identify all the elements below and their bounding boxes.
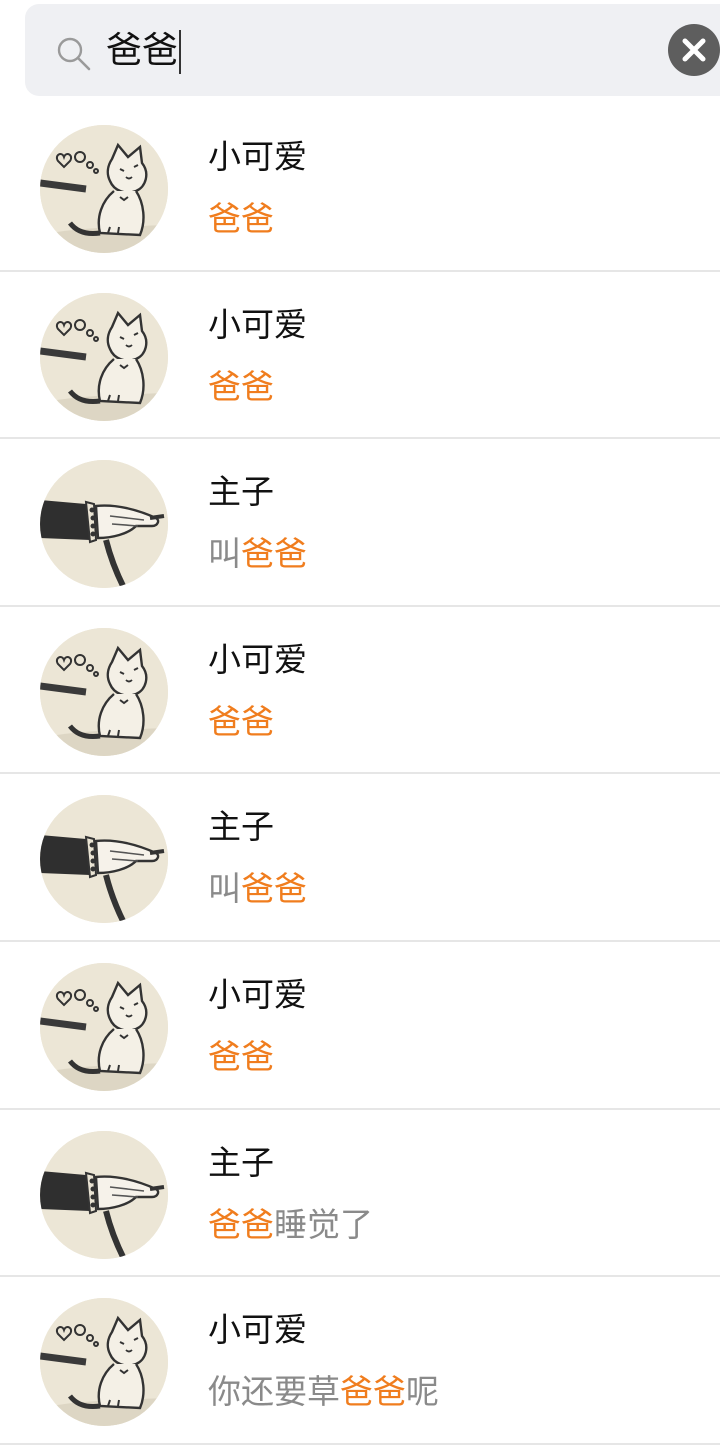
snippet-match: 爸爸 [241, 534, 307, 574]
row-divider [0, 1442, 720, 1445]
snippet-suffix: 睡觉了 [274, 1204, 373, 1244]
message-snippet: 爸爸 [208, 699, 274, 745]
chat-result-row[interactable]: 小可爱 爸爸 [0, 104, 720, 272]
snippet-prefix: 叫 [208, 869, 241, 909]
close-icon [682, 38, 706, 62]
snippet-match: 爸爸 [208, 1036, 274, 1076]
contact-name: 主子 [208, 807, 274, 847]
cat-avatar [40, 1298, 168, 1427]
snippet-match: 爸爸 [208, 199, 274, 238]
message-snippet: 爸爸 [208, 364, 274, 410]
chat-result-row[interactable]: 主子叫爸爸 [0, 439, 720, 607]
contact-name: 主子 [208, 472, 274, 512]
message-snippet: 你还要草爸爸呢 [208, 1369, 439, 1415]
search-results-list: 小可爱 爸爸 小可爱 爸爸 主子 叫爸爸 小可爱 爸爸 主子 叫爸爸 小可爱 爸… [0, 104, 720, 1445]
snippet-match: 爸爸 [340, 1372, 406, 1412]
chat-result-row[interactable]: 小可爱 爸爸 [0, 607, 720, 775]
chat-result-row[interactable]: 小可爱你还要草爸爸呢 [0, 1277, 720, 1445]
hand-avatar [40, 795, 168, 924]
cat-avatar [40, 962, 168, 1091]
search-header: 爸爸 [0, 0, 720, 112]
text-cursor [179, 30, 182, 74]
message-snippet: 爸爸 [208, 196, 274, 242]
snippet-prefix: 叫 [208, 534, 241, 574]
contact-name: 主子 [208, 1142, 274, 1182]
contact-name: 小可爱 [208, 639, 307, 679]
snippet-match: 爸爸 [208, 1204, 274, 1244]
snippet-prefix: 你还要草 [208, 1372, 340, 1412]
contact-name: 小可爱 [208, 304, 307, 344]
snippet-match: 爸爸 [241, 869, 307, 909]
cat-avatar [40, 627, 168, 756]
message-snippet: 爸爸 [208, 1034, 274, 1080]
chat-result-row[interactable]: 小可爱 爸爸 [0, 272, 720, 440]
clear-search-button[interactable] [668, 24, 720, 76]
search-query: 爸爸 [106, 30, 179, 71]
chat-result-row[interactable]: 小可爱 爸爸 [0, 942, 720, 1110]
chat-result-row[interactable]: 主子叫爸爸 [0, 774, 720, 942]
snippet-match: 爸爸 [208, 701, 274, 741]
chat-result-row[interactable]: 主子爸爸睡觉了 [0, 1110, 720, 1278]
contact-name: 小可爱 [208, 1310, 307, 1350]
contact-name: 小可爱 [208, 137, 307, 176]
message-snippet: 叫爸爸 [208, 531, 307, 577]
snippet-suffix: 呢 [406, 1372, 439, 1412]
hand-avatar [40, 1130, 168, 1259]
contact-name: 小可爱 [208, 974, 307, 1014]
message-snippet: 叫爸爸 [208, 866, 307, 912]
snippet-match: 爸爸 [208, 366, 274, 406]
cat-avatar [40, 292, 168, 421]
cat-avatar [40, 125, 168, 253]
search-input[interactable]: 爸爸 [106, 26, 182, 76]
search-icon [56, 36, 92, 72]
hand-avatar [40, 460, 168, 589]
message-snippet: 爸爸睡觉了 [208, 1202, 373, 1248]
